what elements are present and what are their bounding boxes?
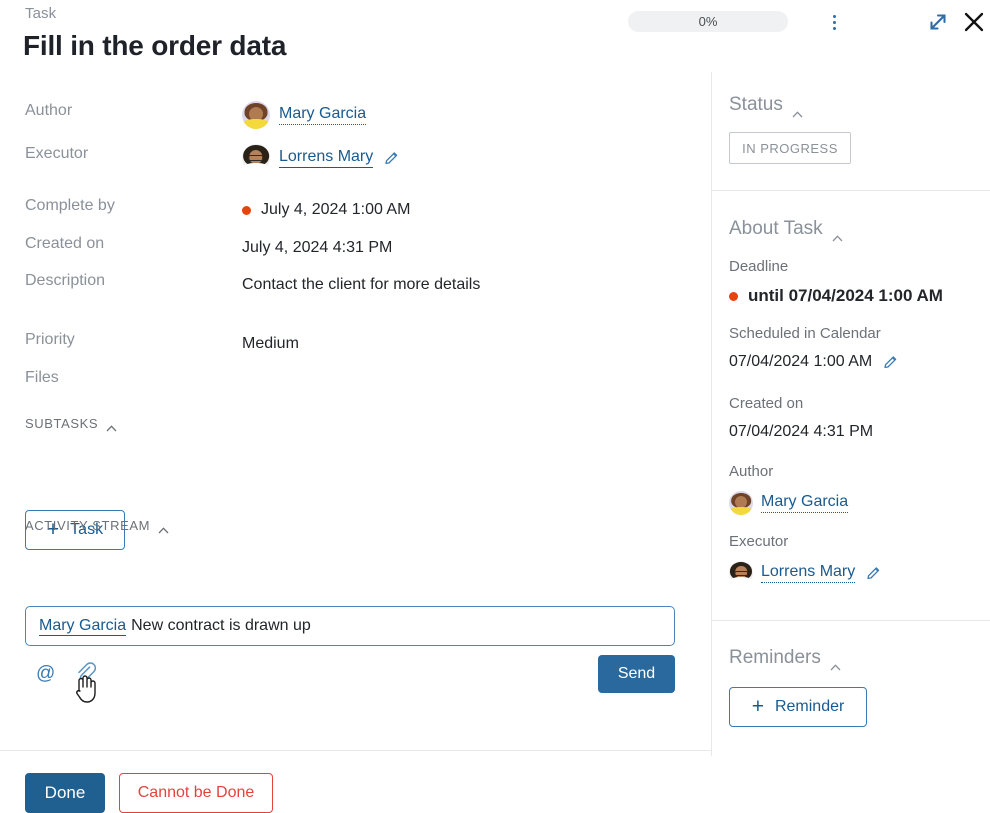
sidebar-author-value: Mary Garcia <box>729 491 849 515</box>
field-label-files: Files <box>25 369 59 386</box>
avatar <box>729 561 753 585</box>
chevron-up-icon <box>830 655 841 670</box>
scheduled-value: 07/04/2024 1:00 AM <box>729 353 899 371</box>
page-title: Fill in the order data <box>23 30 287 61</box>
progress-bar[interactable]: 0% <box>628 11 788 32</box>
avatar <box>242 144 270 172</box>
avatar <box>242 101 270 129</box>
sidebar-divider <box>712 190 990 191</box>
subtasks-section-header[interactable]: SUBTASKS <box>25 416 117 432</box>
task-detail-panel: Task Fill in the order data 0% Author Ma… <box>0 0 990 813</box>
footer-divider <box>0 750 711 751</box>
field-value-author: Mary Garcia <box>242 101 367 129</box>
comment-body-text: New contract is drawn up <box>131 617 311 634</box>
add-reminder-button[interactable]: + Reminder <box>729 687 867 727</box>
scheduled-label: Scheduled in Calendar <box>729 325 881 342</box>
sidebar-divider <box>712 620 990 621</box>
status-badge[interactable]: IN PROGRESS <box>729 132 851 164</box>
chevron-up-icon <box>832 226 843 241</box>
field-priority: Priority Medium <box>0 331 700 357</box>
comment-input[interactable]: Mary Garcia New contract is drawn up <box>25 606 675 646</box>
add-reminder-label: Reminder <box>774 698 845 715</box>
status-section-header[interactable]: Status <box>729 94 803 117</box>
edit-pencil-icon[interactable] <box>882 354 899 371</box>
sidebar-executor-label: Executor <box>729 533 789 550</box>
field-label-description: Description <box>25 272 106 289</box>
field-value-priority: Medium <box>242 335 299 352</box>
field-value-description: Contact the client for more details <box>242 276 481 293</box>
chevron-up-icon <box>106 420 117 432</box>
deadline-value: until 07/04/2024 1:00 AM <box>729 286 943 306</box>
plus-icon: + <box>751 694 764 718</box>
chevron-up-icon <box>792 102 803 117</box>
expand-icon[interactable] <box>925 9 951 35</box>
about-task-section-header[interactable]: About Task <box>729 218 843 241</box>
about-task-heading: About Task <box>729 218 823 239</box>
subtasks-heading: SUBTASKS <box>25 416 99 431</box>
field-label-executor: Executor <box>25 145 89 162</box>
deadline-dot-icon <box>242 205 251 215</box>
field-value-executor: Lorrens Mary <box>242 144 400 172</box>
activity-stream-section-header[interactable]: ACTIVITY STREAM <box>25 518 169 534</box>
close-icon[interactable] <box>960 8 988 36</box>
field-label-priority: Priority <box>25 331 75 348</box>
executor-link[interactable]: Lorrens Mary <box>279 148 374 168</box>
complete-by-value: July 4, 2024 1:00 AM <box>261 201 411 218</box>
breadcrumb-task: Task <box>25 5 57 22</box>
kebab-menu-icon[interactable] <box>826 11 842 33</box>
reminders-section-header[interactable]: Reminders <box>729 647 841 670</box>
comment-mention-link[interactable]: Mary Garcia <box>39 617 127 636</box>
author-link[interactable]: Mary Garcia <box>279 105 367 125</box>
sidebar-executor-link[interactable]: Lorrens Mary <box>761 563 856 583</box>
paperclip-icon[interactable] <box>74 661 97 685</box>
field-value-created-on: July 4, 2024 4:31 PM <box>242 239 393 256</box>
field-author: Author Mary Garcia <box>0 101 700 129</box>
done-button[interactable]: Done <box>25 773 105 813</box>
field-executor: Executor Lorrens Mary <box>0 144 700 172</box>
field-value-complete-by: July 4, 2024 1:00 AM <box>242 197 410 223</box>
created-on-label: Created on <box>729 395 804 412</box>
sidebar-author-link[interactable]: Mary Garcia <box>761 493 849 513</box>
field-created-on: Created on July 4, 2024 4:31 PM <box>0 235 700 261</box>
at-mention-icon[interactable]: @ <box>36 664 55 683</box>
deadline-dot-icon <box>729 291 738 301</box>
created-on-value: 07/04/2024 4:31 PM <box>729 423 874 440</box>
sidebar-author-label: Author <box>729 463 774 480</box>
cannot-be-done-button[interactable]: Cannot be Done <box>119 773 273 813</box>
status-heading: Status <box>729 94 783 115</box>
field-label-created-on: Created on <box>25 235 105 252</box>
send-button[interactable]: Send <box>598 655 675 693</box>
deadline-label: Deadline <box>729 258 789 275</box>
task-sidebar: Status IN PROGRESS About Task Deadline u… <box>711 72 990 756</box>
field-label-author: Author <box>25 102 73 119</box>
task-header: Task Fill in the order data 0% <box>0 0 990 72</box>
field-description: Description Contact the client for more … <box>0 272 700 298</box>
field-files: Files <box>0 369 700 395</box>
field-label-complete-by: Complete by <box>25 197 115 214</box>
avatar <box>729 491 753 515</box>
task-main-content: Author Mary Garcia Executor Lorrens Mary <box>0 72 711 813</box>
chevron-up-icon <box>158 522 169 534</box>
edit-pencil-icon[interactable] <box>383 150 400 167</box>
sidebar-executor-value: Lorrens Mary <box>729 561 882 585</box>
reminders-heading: Reminders <box>729 647 821 668</box>
field-complete-by: Complete by July 4, 2024 1:00 AM <box>0 197 700 223</box>
activity-stream-heading: ACTIVITY STREAM <box>25 518 151 533</box>
edit-pencil-icon[interactable] <box>865 565 882 582</box>
progress-value: 0% <box>698 14 718 29</box>
